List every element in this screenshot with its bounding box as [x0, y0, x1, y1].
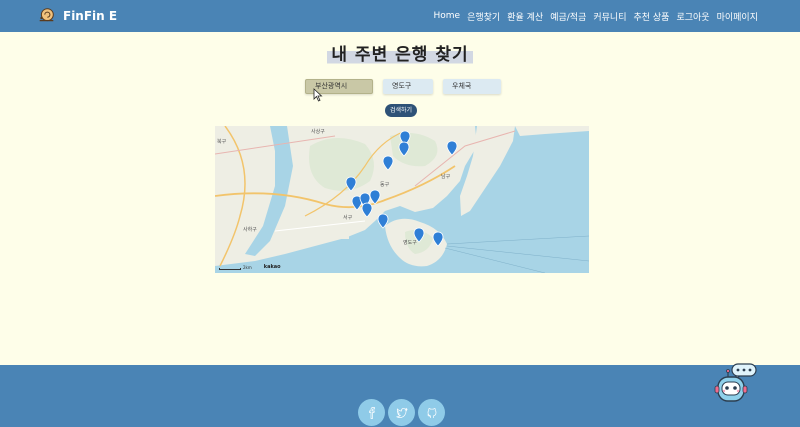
map-label-yeongdo: 영도구 [403, 240, 417, 246]
map-label-sasang: 사상구 [311, 129, 325, 135]
github-icon [426, 407, 436, 418]
twitter-button[interactable] [388, 399, 415, 426]
nav-bank-search[interactable]: 은행찾기 [467, 10, 500, 23]
nav-exchange[interactable]: 환율 계산 [507, 10, 543, 23]
nav-mypage[interactable]: 마이페이지 [717, 10, 758, 23]
map-label-namgu: 남구 [441, 174, 451, 180]
map-scale: 2km kakao [219, 264, 281, 270]
github-button[interactable] [418, 399, 445, 426]
facebook-button[interactable] [358, 399, 385, 426]
brand-name: FinFin E [63, 8, 118, 23]
map-attribution: kakao [263, 264, 281, 270]
scale-text: 2km [243, 265, 252, 270]
map-label-saha: 사하구 [243, 227, 257, 233]
nav-recommend[interactable]: 추천 상품 [633, 10, 669, 23]
facebook-icon [368, 406, 375, 419]
nav-deposit[interactable]: 예금/적금 [550, 10, 586, 23]
district-select[interactable]: 영도구 [383, 79, 433, 94]
nav-links: Home 은행찾기 환율 계산 예금/적금 커뮤니티 추천 상품 로그아웃 마이… [434, 0, 758, 32]
chatbot-robot-icon[interactable] [714, 362, 760, 406]
snail-logo-icon [39, 8, 54, 22]
page-title: 내 주변 은행 찾기 [327, 40, 473, 65]
map-canvas[interactable] [215, 126, 589, 273]
nav-home[interactable]: Home [434, 11, 461, 21]
navbar: FinFin E Home 은행찾기 환율 계산 예금/적금 커뮤니티 추천 상… [0, 0, 800, 32]
nav-logout[interactable]: 로그아웃 [676, 10, 709, 23]
bank-map[interactable]: 사상구 서구 남구 영도구 사하구 동구 북구 2km kakao [215, 126, 589, 273]
scale-bar [219, 268, 241, 270]
map-label-donggu: 동구 [380, 182, 390, 188]
mouse-cursor-icon [313, 88, 323, 102]
filter-bar: 부산광역시 영도구 우체국 [0, 79, 800, 94]
map-label-bukgu: 북구 [217, 139, 227, 145]
map-label-seogu: 서구 [343, 215, 353, 221]
twitter-icon [395, 407, 408, 418]
bank-select[interactable]: 우체국 [443, 79, 501, 94]
title-wrap: 내 주변 은행 찾기 [0, 40, 800, 65]
search-button[interactable]: 검색하기 [385, 104, 417, 117]
nav-community[interactable]: 커뮤니티 [593, 10, 626, 23]
brand[interactable]: FinFin E [38, 7, 117, 24]
